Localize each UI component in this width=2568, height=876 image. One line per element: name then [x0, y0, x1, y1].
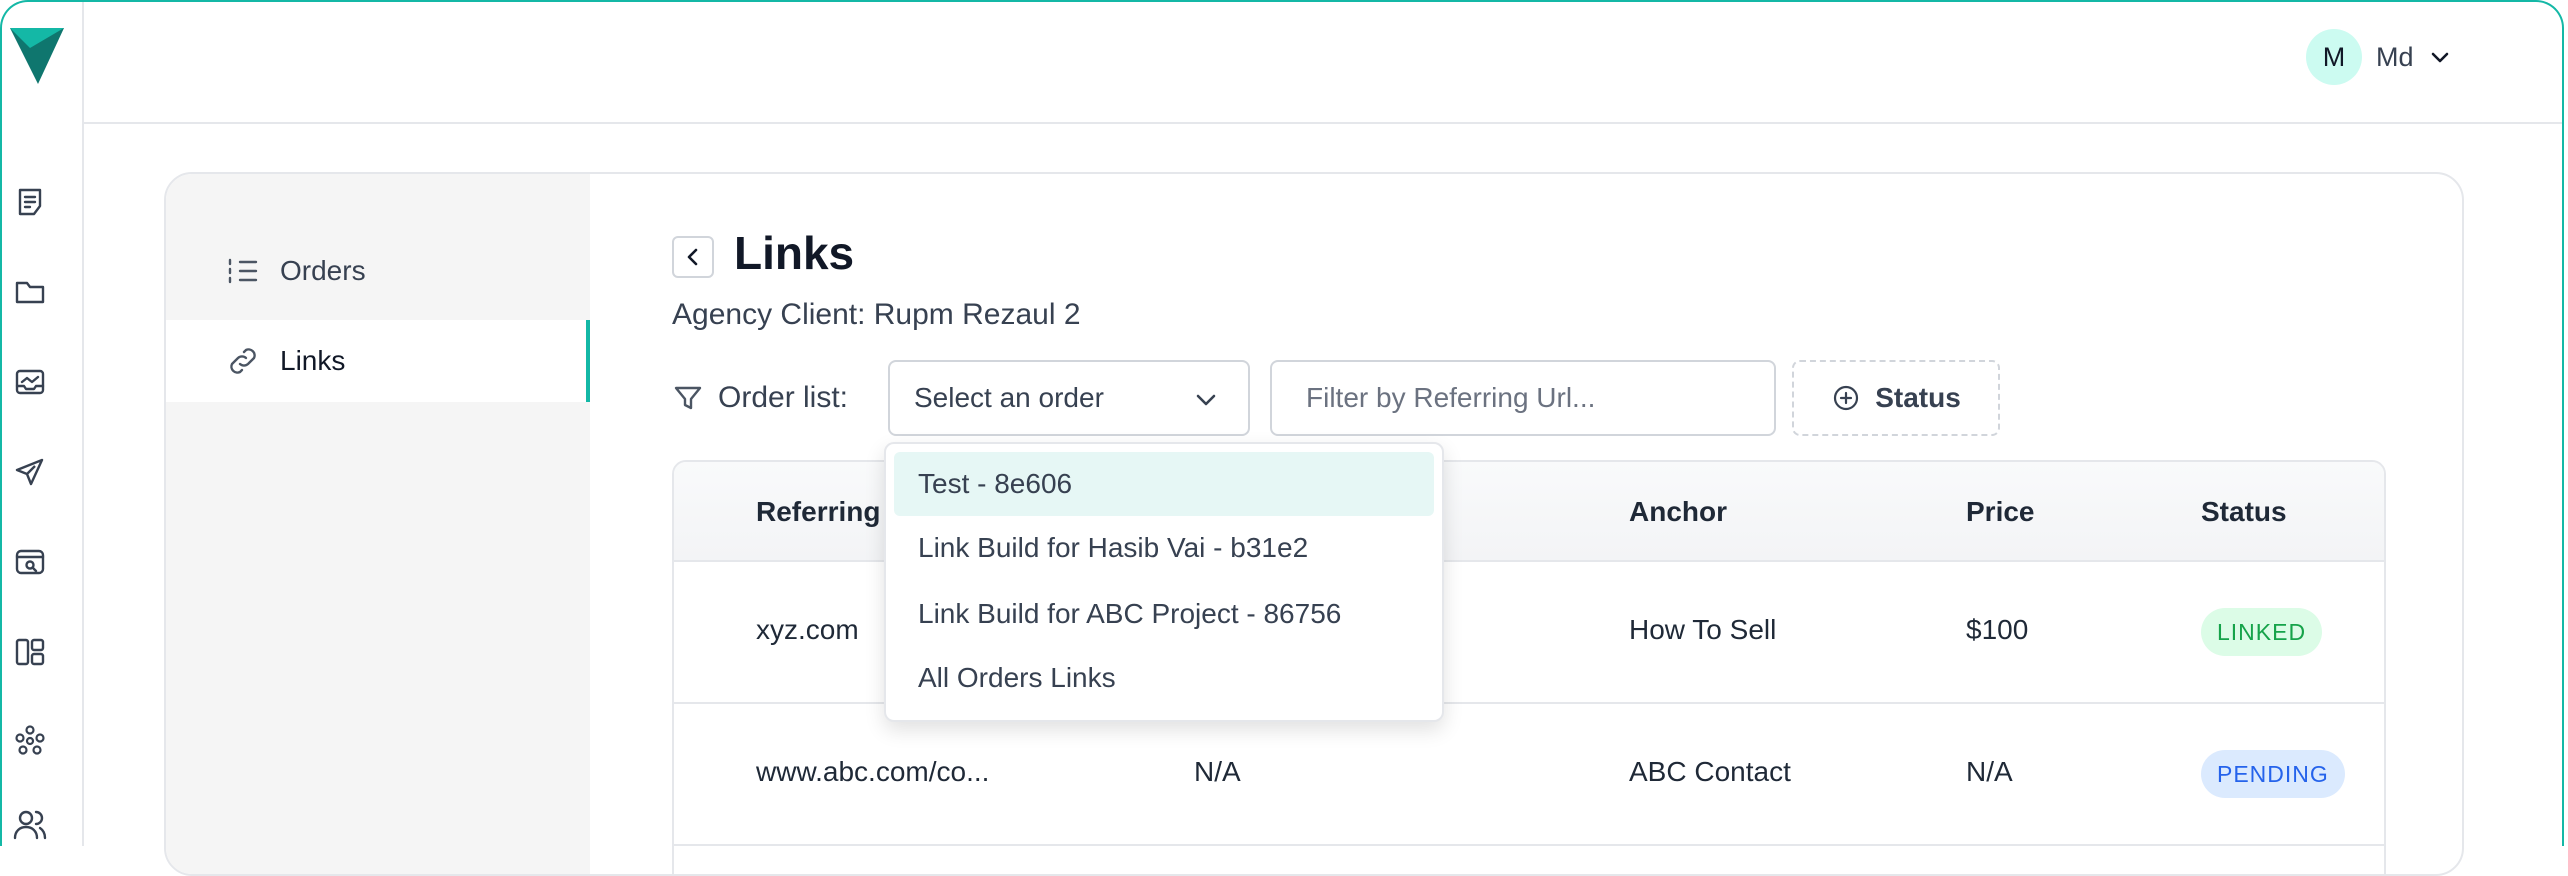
- left-rail: [0, 0, 84, 846]
- link-icon: [230, 348, 256, 374]
- cell-anchor: ABC Contact: [1629, 756, 1791, 787]
- chevron-down-icon: [2431, 52, 2448, 63]
- folder-icon[interactable]: [12, 274, 48, 310]
- layout-icon[interactable]: [12, 634, 48, 670]
- notes-icon[interactable]: [12, 184, 48, 220]
- column-referring[interactable]: Referring: [756, 496, 880, 528]
- sidebar-item-links[interactable]: Links: [166, 320, 590, 402]
- chevron-down-icon: [1196, 394, 1216, 406]
- order-select-value: Select an order: [914, 382, 1104, 413]
- inbox-chart-icon[interactable]: [12, 364, 48, 400]
- list-icon: [228, 258, 258, 284]
- dropdown-option[interactable]: Test - 8e606: [894, 452, 1434, 516]
- table-row[interactable]: www.abc.com/co... N/A ABC Contact N/A PE…: [674, 704, 2384, 846]
- referring-url-filter[interactable]: [1270, 360, 1776, 436]
- window-search-icon[interactable]: [12, 544, 48, 580]
- status-filter-button[interactable]: Status: [1792, 360, 2000, 436]
- sidebar-item-label: Links: [280, 345, 346, 376]
- column-status[interactable]: Status: [2201, 496, 2287, 528]
- network-icon[interactable]: [12, 722, 48, 758]
- status-badge: PENDING: [2201, 750, 2345, 798]
- order-select[interactable]: Select an order: [888, 360, 1250, 436]
- chevron-left-icon: [687, 248, 698, 266]
- main-panel: Links Agency Client: Rupm Rezaul 2 Order…: [590, 174, 2462, 874]
- plus-circle-icon: [1834, 385, 1859, 411]
- cell-price: N/A: [1966, 756, 2013, 787]
- dropdown-option[interactable]: Link Build for ABC Project - 86756: [894, 582, 1434, 646]
- order-list-label: Order list:: [672, 360, 848, 436]
- sidebar-item-orders[interactable]: Orders: [166, 230, 590, 312]
- cell-price: $100: [1966, 614, 2029, 645]
- order-list-text: Order list:: [718, 381, 849, 414]
- dropdown-option[interactable]: Link Build for Hasib Vai - b31e2: [894, 516, 1434, 580]
- column-anchor[interactable]: Anchor: [1629, 496, 1727, 528]
- app-logo[interactable]: [8, 22, 66, 86]
- page-title: Links: [734, 227, 855, 279]
- cell-referring[interactable]: xyz.com: [756, 614, 859, 646]
- cell-anchor: How To Sell: [1629, 614, 1777, 645]
- avatar: M: [2306, 29, 2362, 85]
- filter-icon: [674, 386, 702, 410]
- dropdown-option[interactable]: All Orders Links: [894, 646, 1434, 710]
- status-badge: LINKED: [2201, 608, 2323, 656]
- send-icon[interactable]: [12, 454, 48, 490]
- cell-target: N/A: [1194, 756, 1241, 787]
- user-name: Md: [2376, 41, 2414, 72]
- order-dropdown-menu: Test - 8e606 Link Build for Hasib Vai - …: [884, 442, 1444, 722]
- filter-bar: Order list: Select an order Status: [672, 360, 2462, 436]
- user-menu[interactable]: M Md: [2306, 28, 2452, 86]
- status-button-label: Status: [1875, 382, 1961, 413]
- top-bar: M Md: [84, 0, 2564, 124]
- page-subtitle: Agency Client: Rupm Rezaul 2: [672, 298, 1081, 331]
- side-nav: Orders Links: [166, 174, 590, 874]
- users-icon[interactable]: [12, 806, 48, 842]
- back-button[interactable]: [672, 236, 714, 278]
- cell-referring[interactable]: www.abc.com/co...: [756, 756, 989, 788]
- sidebar-item-label: Orders: [280, 255, 366, 286]
- column-price[interactable]: Price: [1966, 496, 2035, 528]
